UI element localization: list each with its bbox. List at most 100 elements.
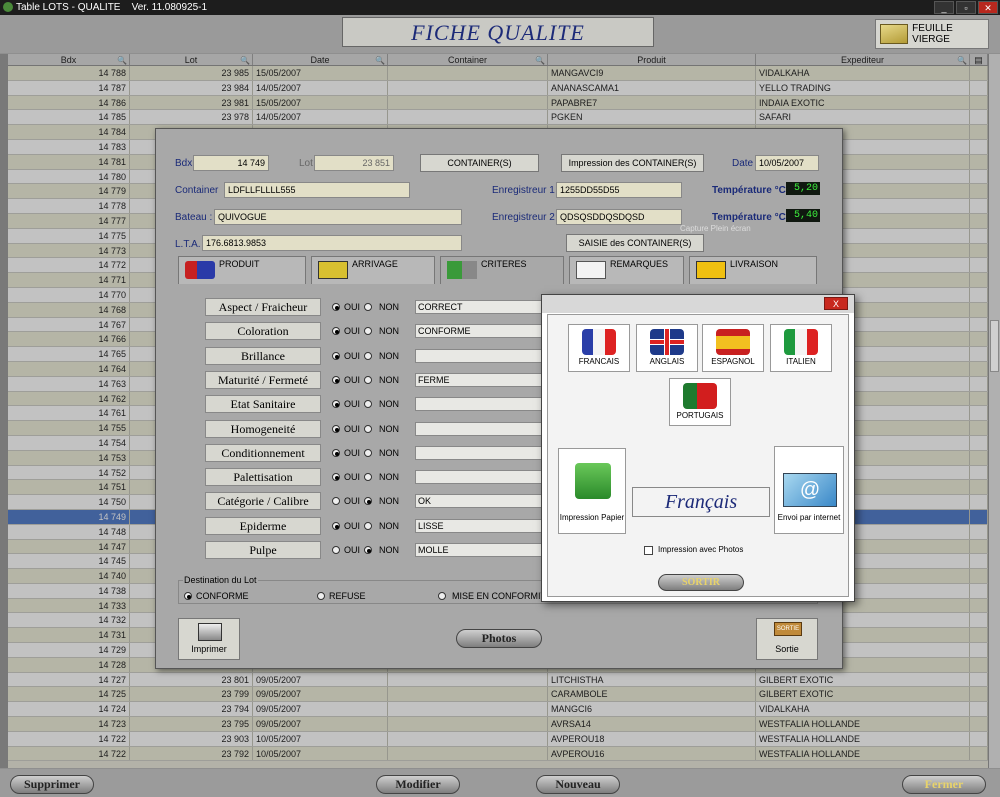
criterion-non-radio[interactable] [364,521,372,530]
criterion-non-label: NON [379,374,399,385]
criterion-value-field[interactable] [415,397,545,412]
lang-espagnol-button[interactable]: ESPAGNOL [702,324,764,372]
photos-checkbox[interactable] [644,546,653,555]
criterion-value-field[interactable]: MOLLE [415,543,545,557]
scrollbar-thumb[interactable] [990,320,999,372]
imprimer-label: Imprimer [191,644,227,654]
close-icon[interactable]: X [824,297,848,310]
criterion-oui-radio[interactable] [332,303,340,311]
criterion-oui-radio[interactable] [332,375,340,384]
criterion-non-radio[interactable] [364,351,372,360]
criterion-non-radio[interactable] [364,375,372,384]
bateau-label: Bateau : [175,212,213,223]
sortie-sign-icon: SORTIE [774,622,802,636]
criterion-non-label: NON [379,350,399,361]
criterion-oui-label: OUI [344,350,361,361]
page-title: FICHE QUALITE [342,17,654,47]
criterion-non-label: NON [379,399,399,410]
lot-field[interactable]: 23 851 [314,155,394,171]
criterion-non-label: NON [379,326,399,337]
dest-refuse-label: REFUSE [329,591,366,601]
temperature1-label: Température °C [712,185,786,196]
criterion-non-radio[interactable] [364,424,372,433]
criterion-value-field[interactable]: OK [415,494,545,509]
feuille-vierge-button[interactable]: FEUILLE VIERGE [875,19,989,49]
dest-conforme-radio[interactable] [184,592,192,600]
criterion-oui-label: OUI [344,520,361,531]
tab-remarques[interactable]: REMARQUES [569,256,684,284]
impression-papier-button[interactable]: Impression Papier [558,448,626,534]
criterion-value-field[interactable] [415,348,545,363]
dest-mise-radio[interactable] [438,592,446,600]
criterion-value-field[interactable] [415,421,545,436]
enregistreur2-field[interactable]: QDSQSDDQSDQSD [556,209,682,225]
italian-flag-icon [784,329,818,355]
criterion-non-label: NON [379,447,399,458]
bateau-field[interactable]: QUIVOGUE [214,209,462,225]
enregistreur1-field[interactable]: 1255DD55D55 [556,182,682,198]
language-dialog-body: FRANCAIS ANGLAIS ESPAGNOL ITALIEN PORTUG… [547,314,849,597]
supprimer-button[interactable]: Supprimer [10,775,94,794]
imprimer-button[interactable]: Imprimer [178,618,240,660]
date-field[interactable]: 10/05/2007 [755,155,819,171]
criterion-non-radio[interactable] [364,473,372,482]
modifier-button[interactable]: Modifier [376,775,460,794]
criterion-non-radio[interactable] [364,303,372,311]
container-field[interactable]: LDFLLFLLLL555 [224,182,410,198]
close-window-button[interactable]: ✕ [978,1,998,14]
criterion-oui-radio[interactable] [332,448,340,457]
envoi-internet-button[interactable]: @ Envoi par internet [774,446,844,534]
criterion-value-field[interactable]: CONFORME [415,324,545,339]
criterion-non-radio[interactable] [364,448,372,457]
tab-criteres[interactable]: CRITERES [440,256,564,284]
criterion-oui-radio[interactable] [332,327,340,336]
tab-arrivage[interactable]: ARRIVAGE [311,256,435,284]
criterion-non-label: NON [379,423,399,434]
saisie-containers-button[interactable]: SAISIE des CONTAINER(S) [566,234,704,252]
criterion-oui-label: OUI [344,399,361,410]
criterion-non-radio[interactable] [364,546,372,554]
criterion-value-field[interactable]: CORRECT [415,300,545,314]
sortie-button[interactable]: SORTIE Sortie [756,618,818,660]
criterion-non-label: NON [379,302,399,312]
maximize-button[interactable]: ▫ [956,1,976,14]
criterion-oui-radio[interactable] [332,351,340,360]
impression-papier-label: Impression Papier [559,513,625,522]
tab-livraison[interactable]: LIVRAISON [689,256,817,284]
bottom-bar [0,769,1000,797]
criterion-oui-label: OUI [344,496,361,507]
container-label: Container [175,185,219,196]
criterion-oui-label: OUI [344,302,361,312]
minimize-button[interactable]: _ [934,1,954,14]
sortir-button[interactable]: SORTIR [658,574,744,591]
nouveau-button[interactable]: Nouveau [536,775,620,794]
lang-anglais-button[interactable]: ANGLAIS [636,324,698,372]
bdx-field[interactable]: 14 749 [193,155,269,171]
criterion-non-radio[interactable] [364,400,372,409]
criterion-non-radio[interactable] [364,497,372,506]
criterion-oui-radio[interactable] [332,546,340,554]
lang-italien-button[interactable]: ITALIEN [770,324,832,372]
impression-containers-button[interactable]: Impression des CONTAINER(S) [561,154,704,172]
criterion-oui-radio[interactable] [332,473,340,482]
criterion-oui-radio[interactable] [332,521,340,530]
lang-portugais-button[interactable]: PORTUGAIS [669,378,731,426]
criterion-oui-radio[interactable] [332,400,340,409]
criterion-oui-radio[interactable] [332,497,340,506]
criterion-oui-radio[interactable] [332,424,340,433]
photos-button[interactable]: Photos [456,629,542,648]
table-scrollbar[interactable] [988,54,1000,768]
containers-button[interactable]: CONTAINER(S) [420,154,539,172]
tab-produit[interactable]: PRODUIT [178,256,306,284]
criterion-non-radio[interactable] [364,327,372,336]
criterion-value-field[interactable] [415,445,545,460]
lang-francais-button[interactable]: FRANCAIS [568,324,630,372]
criterion-value-field[interactable]: FERME [415,372,545,387]
destination-label: Destination du Lot [183,575,258,585]
dest-refuse-radio[interactable] [317,592,325,600]
criterion-value-field[interactable]: LISSE [415,518,545,533]
lta-field[interactable]: 176.6813.9853 [202,235,462,251]
fermer-button[interactable]: Fermer [902,775,986,794]
criterion-value-field[interactable] [415,470,545,485]
criterion-label: Coloration [205,322,321,341]
